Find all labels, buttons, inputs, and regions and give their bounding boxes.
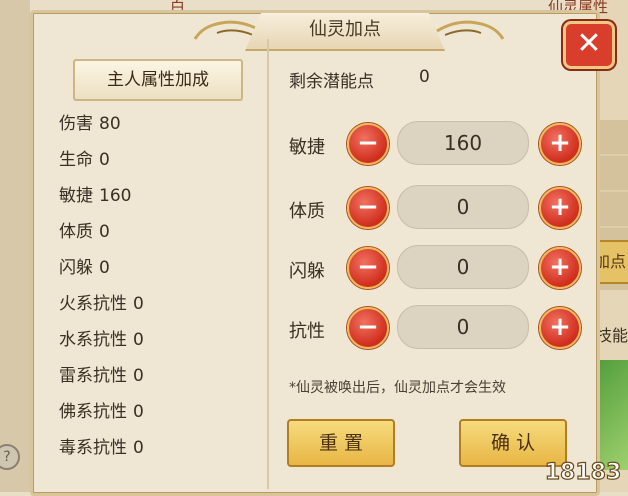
resistance-plus-button[interactable]: +	[539, 307, 581, 349]
stat-value: 0	[99, 258, 110, 278]
watermark-logo: 18183	[546, 459, 620, 485]
stat-row-thunder-resist: 雷系抗性 0	[59, 361, 144, 386]
stat-row-fire-resist: 火系抗性 0	[59, 289, 144, 314]
stat-label: 雷系抗性	[59, 366, 127, 386]
stat-row-agility: 敏捷 160	[59, 181, 131, 206]
spirit-point-dialog: 仙灵加点 ✕ 主人属性加成 伤害 80 生命 0 敏捷 160 体质 0 闪躲 0 火系抗…	[30, 10, 615, 496]
title-ornament-right-icon	[436, 20, 505, 40]
stat-row-hp: 生命 0	[59, 145, 110, 170]
stat-value: 0	[133, 366, 144, 386]
stat-value: 160	[99, 186, 132, 206]
minus-icon: −	[357, 128, 379, 158]
stat-label: 闪躲	[59, 258, 93, 278]
plus-icon: +	[549, 128, 571, 158]
stat-row-poison-resist: 毒系抗性 0	[59, 433, 144, 458]
owner-attribute-header: 主人属性加成	[73, 59, 243, 101]
attr-label-agility: 敏捷	[289, 137, 325, 158]
stat-label: 火系抗性	[59, 294, 127, 314]
resistance-minus-button[interactable]: −	[347, 307, 389, 349]
stat-label: 佛系抗性	[59, 402, 127, 422]
attr-label-dodge: 闪躲	[289, 261, 325, 282]
minus-icon: −	[357, 252, 379, 282]
reset-button[interactable]: 重 置	[287, 419, 395, 467]
minus-icon: −	[357, 312, 379, 342]
activation-hint: *仙灵被唤出后，仙灵加点才会生效	[289, 380, 506, 396]
background-skill-text: 技能	[596, 326, 628, 345]
dodge-value-field[interactable]: 0	[397, 245, 529, 289]
stat-row-constitution: 体质 0	[59, 217, 110, 242]
stat-label: 生命	[59, 150, 93, 170]
stat-row-damage: 伤害 80	[59, 109, 121, 134]
stat-value: 0	[133, 402, 144, 422]
stat-value: 0	[133, 330, 144, 350]
stat-value: 0	[133, 438, 144, 458]
minus-icon: −	[357, 192, 379, 222]
stat-value: 0	[133, 294, 144, 314]
dodge-minus-button[interactable]: −	[347, 247, 389, 289]
agility-value-field[interactable]: 160	[397, 121, 529, 165]
svg-text:18183: 18183	[546, 460, 620, 485]
stat-label: 水系抗性	[59, 330, 127, 350]
remaining-points-value: 0	[419, 67, 430, 87]
constitution-minus-button[interactable]: −	[347, 187, 389, 229]
stat-value: 0	[99, 150, 110, 170]
stat-label: 体质	[59, 222, 93, 242]
agility-plus-button[interactable]: +	[539, 123, 581, 165]
agility-minus-button[interactable]: −	[347, 123, 389, 165]
stat-row-buddha-resist: 佛系抗性 0	[59, 397, 144, 422]
attr-label-resistance: 抗性	[289, 321, 325, 342]
stat-row-dodge: 闪躲 0	[59, 253, 110, 278]
constitution-plus-button[interactable]: +	[539, 187, 581, 229]
close-icon: ✕	[576, 26, 602, 61]
stat-label: 毒系抗性	[59, 438, 127, 458]
dodge-plus-button[interactable]: +	[539, 247, 581, 289]
stat-label: 伤害	[59, 114, 93, 134]
plus-icon: +	[549, 192, 571, 222]
owner-attribute-panel: 主人属性加成 伤害 80 生命 0 敏捷 160 体质 0 闪躲 0 火系抗性 0 水系抗性…	[35, 39, 269, 489]
remaining-points-label: 剩余潜能点	[289, 72, 374, 92]
close-button[interactable]: ✕	[563, 21, 615, 69]
stat-value: 80	[99, 114, 121, 134]
resistance-value-field[interactable]: 0	[397, 305, 529, 349]
stat-label: 敏捷	[59, 186, 93, 206]
constitution-value-field[interactable]: 0	[397, 185, 529, 229]
plus-icon: +	[549, 252, 571, 282]
dialog-title: 仙灵加点	[245, 13, 445, 51]
stat-row-water-resist: 水系抗性 0	[59, 325, 144, 350]
plus-icon: +	[549, 312, 571, 342]
background-left-edge	[0, 0, 30, 492]
attr-label-constitution: 体质	[289, 201, 325, 222]
stat-value: 0	[99, 222, 110, 242]
